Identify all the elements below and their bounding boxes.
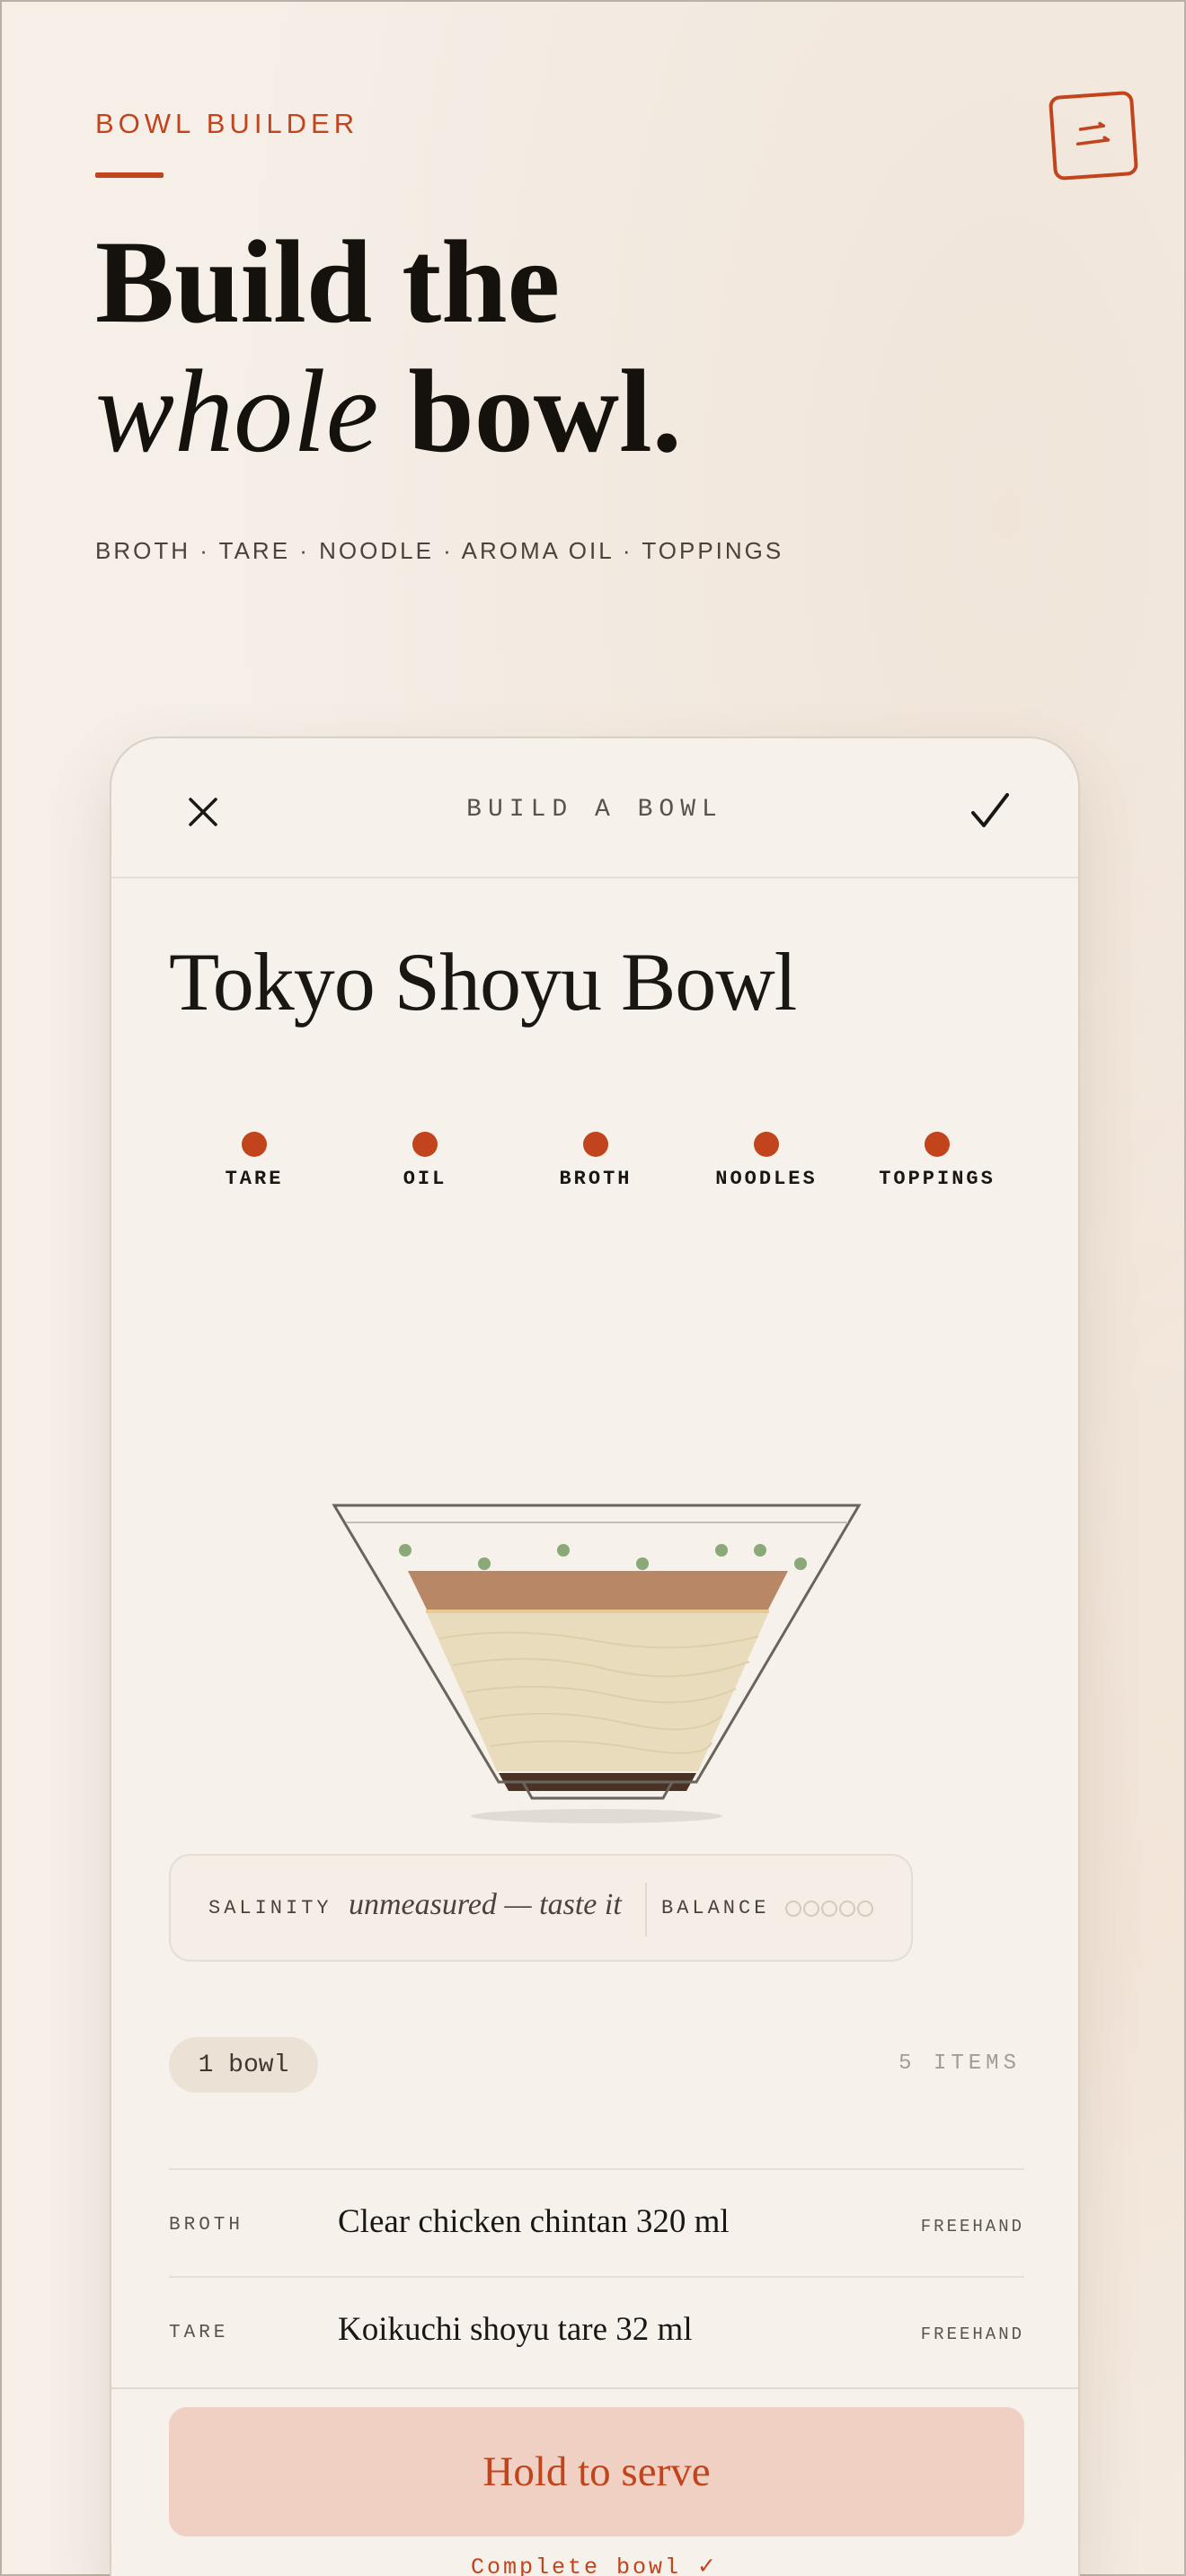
menu-button[interactable] — [1048, 90, 1139, 181]
step-complete-dot — [242, 1132, 267, 1157]
bowl-builder-card: BUILD A BOWL Tokyo Shoyu Bowl TARE OIL B… — [110, 737, 1080, 2576]
bowl-shadow — [471, 1809, 722, 1823]
ingredient-mode: FREEHAND — [920, 2325, 1024, 2344]
bowl-quantity-chip[interactable]: 1 bowl — [169, 2037, 318, 2093]
step-broth[interactable]: BROTH — [510, 1132, 681, 1190]
step-complete-dot — [412, 1132, 438, 1157]
metrics-divider — [645, 1883, 647, 1936]
eyebrow-underline — [95, 172, 164, 178]
checkmark-icon — [971, 793, 1009, 827]
balance-dot-empty — [821, 1901, 837, 1917]
card-header: BUILD A BOWL — [111, 738, 1078, 878]
ingredient-category: BROTH — [169, 2215, 244, 2236]
page-headline: Build the whole bowl. — [95, 217, 682, 476]
list-item[interactable]: TARE Koikuchi shoyu tare 32 ml FREEHAND — [169, 2276, 1024, 2384]
step-label: BROTH — [559, 1168, 633, 1190]
step-label: OIL — [403, 1168, 447, 1190]
balance-label: BALANCE — [661, 1897, 770, 1919]
complete-bowl-link[interactable]: Complete bowl ✓ — [111, 2553, 1078, 2576]
balance-dot-empty — [839, 1901, 855, 1917]
salinity-label: SALINITY — [208, 1897, 332, 1919]
build-steps: TARE OIL BROTH NOODLES TOPPINGS — [169, 1132, 1022, 1204]
ingredient-category: TARE — [169, 2323, 229, 2343]
bowl-name-title: Tokyo Shoyu Bowl — [169, 936, 797, 1028]
headline-line-1: Build the — [95, 216, 561, 348]
ingredient-list: BROTH Clear chicken chintan 320 ml FREEH… — [169, 2168, 1024, 2384]
ingredient-name: Clear chicken chintan 320 ml — [338, 2203, 730, 2240]
items-count: 5 ITEMS — [898, 2051, 1021, 2076]
bowl-illustration — [332, 1504, 862, 1823]
oil-noodle-boundary — [426, 1610, 769, 1613]
eyebrow-label: BOWL BUILDER — [95, 108, 359, 139]
step-complete-dot — [583, 1132, 608, 1157]
balance-dot-empty — [803, 1901, 819, 1917]
step-noodles[interactable]: NOODLES — [681, 1132, 852, 1190]
salinity-balance-panel: SALINITY unmeasured — taste it BALANCE — [169, 1854, 913, 1962]
oil-layer — [408, 1571, 788, 1610]
step-toppings[interactable]: TOPPINGS — [852, 1132, 1022, 1190]
action-bar: Hold to serve Complete bowl ✓ — [111, 2387, 1078, 2576]
salinity-value: unmeasured — taste it — [349, 1888, 622, 1921]
step-oil[interactable]: OIL — [340, 1132, 510, 1190]
step-tare[interactable]: TARE — [169, 1132, 340, 1190]
step-complete-dot — [925, 1132, 950, 1157]
ingredient-name: Koikuchi shoyu tare 32 ml — [338, 2311, 693, 2348]
list-item[interactable]: BROTH Clear chicken chintan 320 ml FREEH… — [169, 2168, 1024, 2276]
card-header-title: BUILD A BOWL — [466, 796, 723, 824]
balance-indicator — [785, 1901, 873, 1917]
two-line-menu-icon — [1075, 121, 1111, 146]
headline-line-2-rest: bowl. — [378, 345, 682, 477]
component-tags: BROTH · TARE · NOODLE · AROMA OIL · TOPP… — [95, 537, 784, 564]
step-label: TOPPINGS — [879, 1168, 996, 1190]
confirm-button[interactable] — [967, 789, 1013, 835]
headline-italic-word: whole — [95, 345, 379, 477]
balance-dot-empty — [857, 1901, 873, 1917]
hold-to-serve-button[interactable]: Hold to serve — [169, 2407, 1024, 2536]
balance-dot-empty — [785, 1901, 801, 1917]
step-label: NOODLES — [715, 1168, 818, 1190]
step-label: TARE — [225, 1168, 284, 1190]
topping-scallions — [399, 1544, 807, 1570]
step-complete-dot — [754, 1132, 779, 1157]
ingredient-mode: FREEHAND — [920, 2217, 1024, 2236]
